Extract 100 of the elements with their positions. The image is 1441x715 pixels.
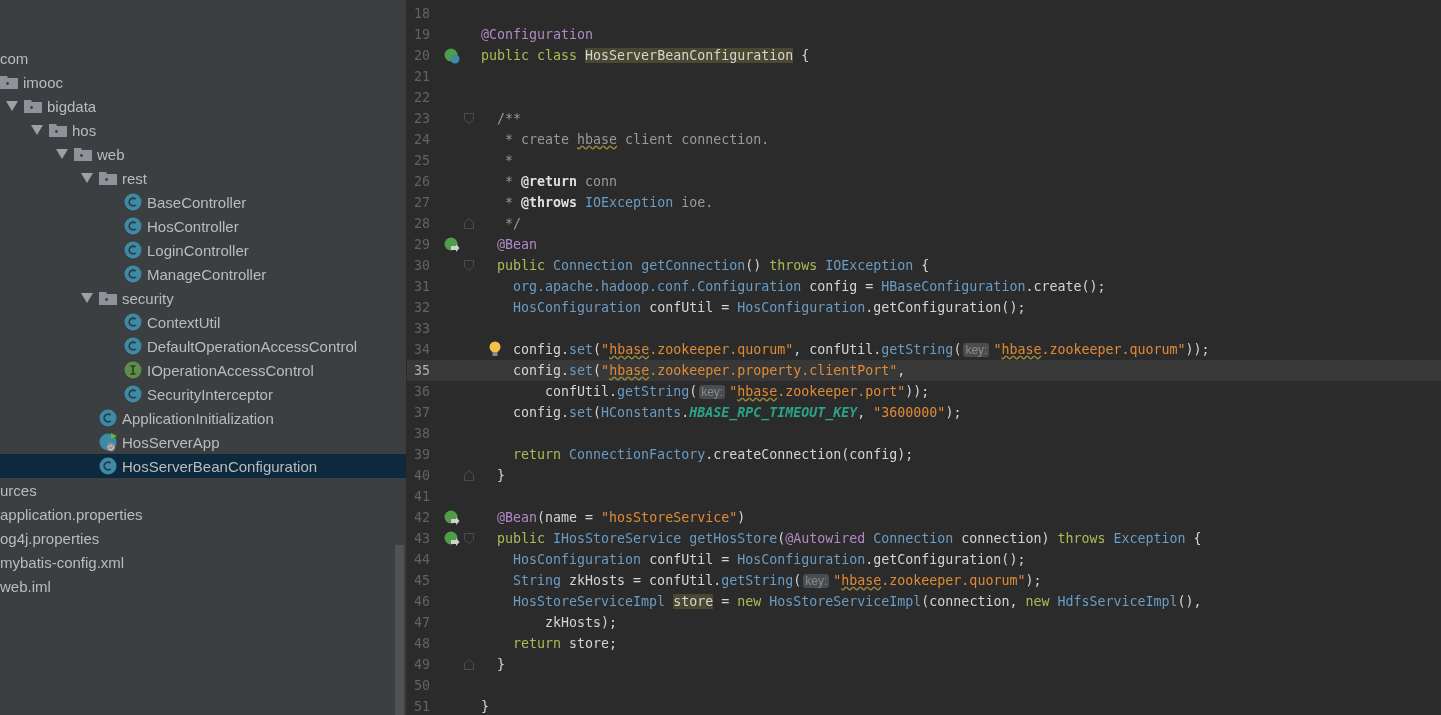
line-number: 20 [413, 48, 431, 63]
line-number: 18 [413, 6, 431, 21]
tree-item-label[interactable]: web [97, 145, 125, 163]
tree-row[interactable]: bigdata [0, 94, 406, 118]
line-number: 41 [413, 489, 431, 504]
interface-icon [124, 361, 142, 379]
bean-method-icon[interactable] [444, 509, 460, 526]
line-number: 21 [413, 69, 431, 84]
tree-row[interactable]: security [0, 286, 406, 310]
expand-arrow-icon[interactable] [81, 173, 93, 183]
class-icon [124, 313, 142, 331]
line-number: 33 [413, 321, 431, 336]
lightbulb-icon[interactable] [489, 341, 501, 358]
tree-row[interactable]: com [0, 46, 406, 70]
tree-row[interactable]: og4j.properties [0, 526, 406, 550]
tree-item-label[interactable]: DefaultOperationAccessControl [147, 337, 358, 355]
code-line: @Bean [496, 237, 538, 252]
folder-icon [99, 291, 117, 305]
tree-item-label[interactable]: ContextUtil [147, 313, 221, 331]
code-line: * [504, 153, 514, 168]
fold-marker-icon[interactable] [464, 470, 474, 481]
line-number: 35 [413, 363, 431, 378]
bean-class-icon[interactable] [444, 47, 460, 64]
code-line: zkHosts); [544, 615, 618, 630]
class-icon [124, 241, 142, 259]
code-line: public Connection getConnection() throws IOException { [496, 258, 930, 273]
tree-item-label[interactable]: HosServerApp [122, 433, 220, 451]
tree-row[interactable]: ContextUtil [0, 310, 406, 334]
fold-marker-icon[interactable] [464, 113, 474, 124]
code-line: return ConnectionFactory.createConnection(config); [512, 447, 914, 462]
tree-row[interactable]: hos [0, 118, 406, 142]
line-number: 46 [413, 594, 431, 609]
line-number: 25 [413, 153, 431, 168]
runnable-class-icon [99, 432, 119, 452]
code-line: public IHosStoreService getHosStore(@Autowired Connection connection) throws Exception { [496, 531, 1202, 546]
tree-row[interactable]: ApplicationInitialization [0, 406, 406, 430]
tree-item-label[interactable]: LoginController [147, 241, 249, 259]
line-number: 49 [413, 657, 431, 672]
tree-row[interactable]: HosController [0, 214, 406, 238]
line-number: 28 [413, 216, 431, 231]
tree-item-label[interactable]: rest [122, 169, 147, 187]
fold-marker-icon[interactable] [464, 218, 474, 229]
tree-item-label[interactable]: ApplicationInitialization [122, 409, 274, 427]
tree-row[interactable]: rest [0, 166, 406, 190]
expand-arrow-icon[interactable] [31, 125, 43, 135]
tree-row[interactable]: application.properties [0, 502, 406, 526]
tree-item-label[interactable]: application.properties [0, 505, 143, 523]
code-line: org.apache.hadoop.conf.Configuration config = HBaseConfiguration.create(); [512, 279, 1106, 294]
bean-method-icon[interactable] [444, 236, 460, 253]
tree-item-label[interactable]: IOperationAccessControl [147, 361, 314, 379]
tree-row[interactable]: SecurityInterceptor [0, 382, 406, 406]
line-number: 48 [413, 636, 431, 651]
tree-row[interactable]: BaseController [0, 190, 406, 214]
tree-row[interactable]: mybatis-config.xml [0, 550, 406, 574]
tree-row[interactable]: IOperationAccessControl [0, 358, 406, 382]
tree-item-label[interactable]: HosServerBeanConfiguration [122, 457, 318, 475]
tree-row[interactable]: web [0, 142, 406, 166]
tree-item-label[interactable]: hos [72, 121, 97, 139]
tree-item-label[interactable]: mybatis-config.xml [0, 553, 125, 571]
line-number: 40 [413, 468, 431, 483]
tree-row[interactable]: LoginController [0, 238, 406, 262]
line-number: 22 [413, 90, 431, 105]
tree-item-label[interactable]: ManageController [147, 265, 267, 283]
line-number: 19 [413, 27, 431, 42]
line-number: 24 [413, 132, 431, 147]
tree-row[interactable]: HosServerApp [0, 430, 406, 454]
code-line: config.set("hbase.zookeeper.quorum", confUtil.getString( key: "hbase.zookeeper.quorum")); [512, 342, 1210, 357]
class-icon [99, 457, 117, 475]
fold-marker-icon[interactable] [464, 659, 474, 670]
tree-item-label[interactable]: urces [0, 481, 37, 499]
line-number: 29 [413, 237, 431, 252]
tree-row[interactable]: imooc [0, 70, 406, 94]
tree-item-label[interactable]: HosController [147, 217, 239, 235]
tree-item-label[interactable]: security [122, 289, 174, 307]
folder-icon [74, 147, 92, 161]
tree-item-label[interactable]: BaseController [147, 193, 247, 211]
tree-row[interactable]: web.iml [0, 574, 406, 598]
expand-arrow-icon[interactable] [56, 149, 68, 159]
bean-method-icon[interactable] [444, 530, 460, 547]
line-number: 23 [413, 111, 431, 126]
expand-arrow-icon[interactable] [6, 101, 18, 111]
tree-row[interactable]: ManageController [0, 262, 406, 286]
tree-item-label[interactable]: SecurityInterceptor [147, 385, 273, 403]
tree-row[interactable]: urces [0, 478, 406, 502]
tree-row[interactable]: HosServerBeanConfiguration [0, 454, 406, 478]
tree-item-label[interactable]: imooc [23, 73, 63, 91]
fold-marker-icon[interactable] [464, 533, 474, 544]
tree-row[interactable]: DefaultOperationAccessControl [0, 334, 406, 358]
line-number: 44 [413, 552, 431, 567]
fold-marker-icon[interactable] [464, 260, 474, 271]
tree-item-label[interactable]: web.iml [0, 577, 51, 595]
line-number: 51 [413, 699, 431, 714]
tree-item-label[interactable]: bigdata [47, 97, 97, 115]
code-line: HosConfiguration confUtil = HosConfiguration.getConfiguration(); [512, 300, 1026, 315]
code-line: return store; [512, 636, 618, 651]
tree-item-label[interactable]: og4j.properties [0, 529, 100, 547]
line-number: 26 [413, 174, 431, 189]
expand-arrow-icon[interactable] [81, 293, 93, 303]
tree-item-label[interactable]: com [0, 49, 29, 67]
code-line: config.set("hbase.zookeeper.property.clientPort", [512, 363, 906, 378]
